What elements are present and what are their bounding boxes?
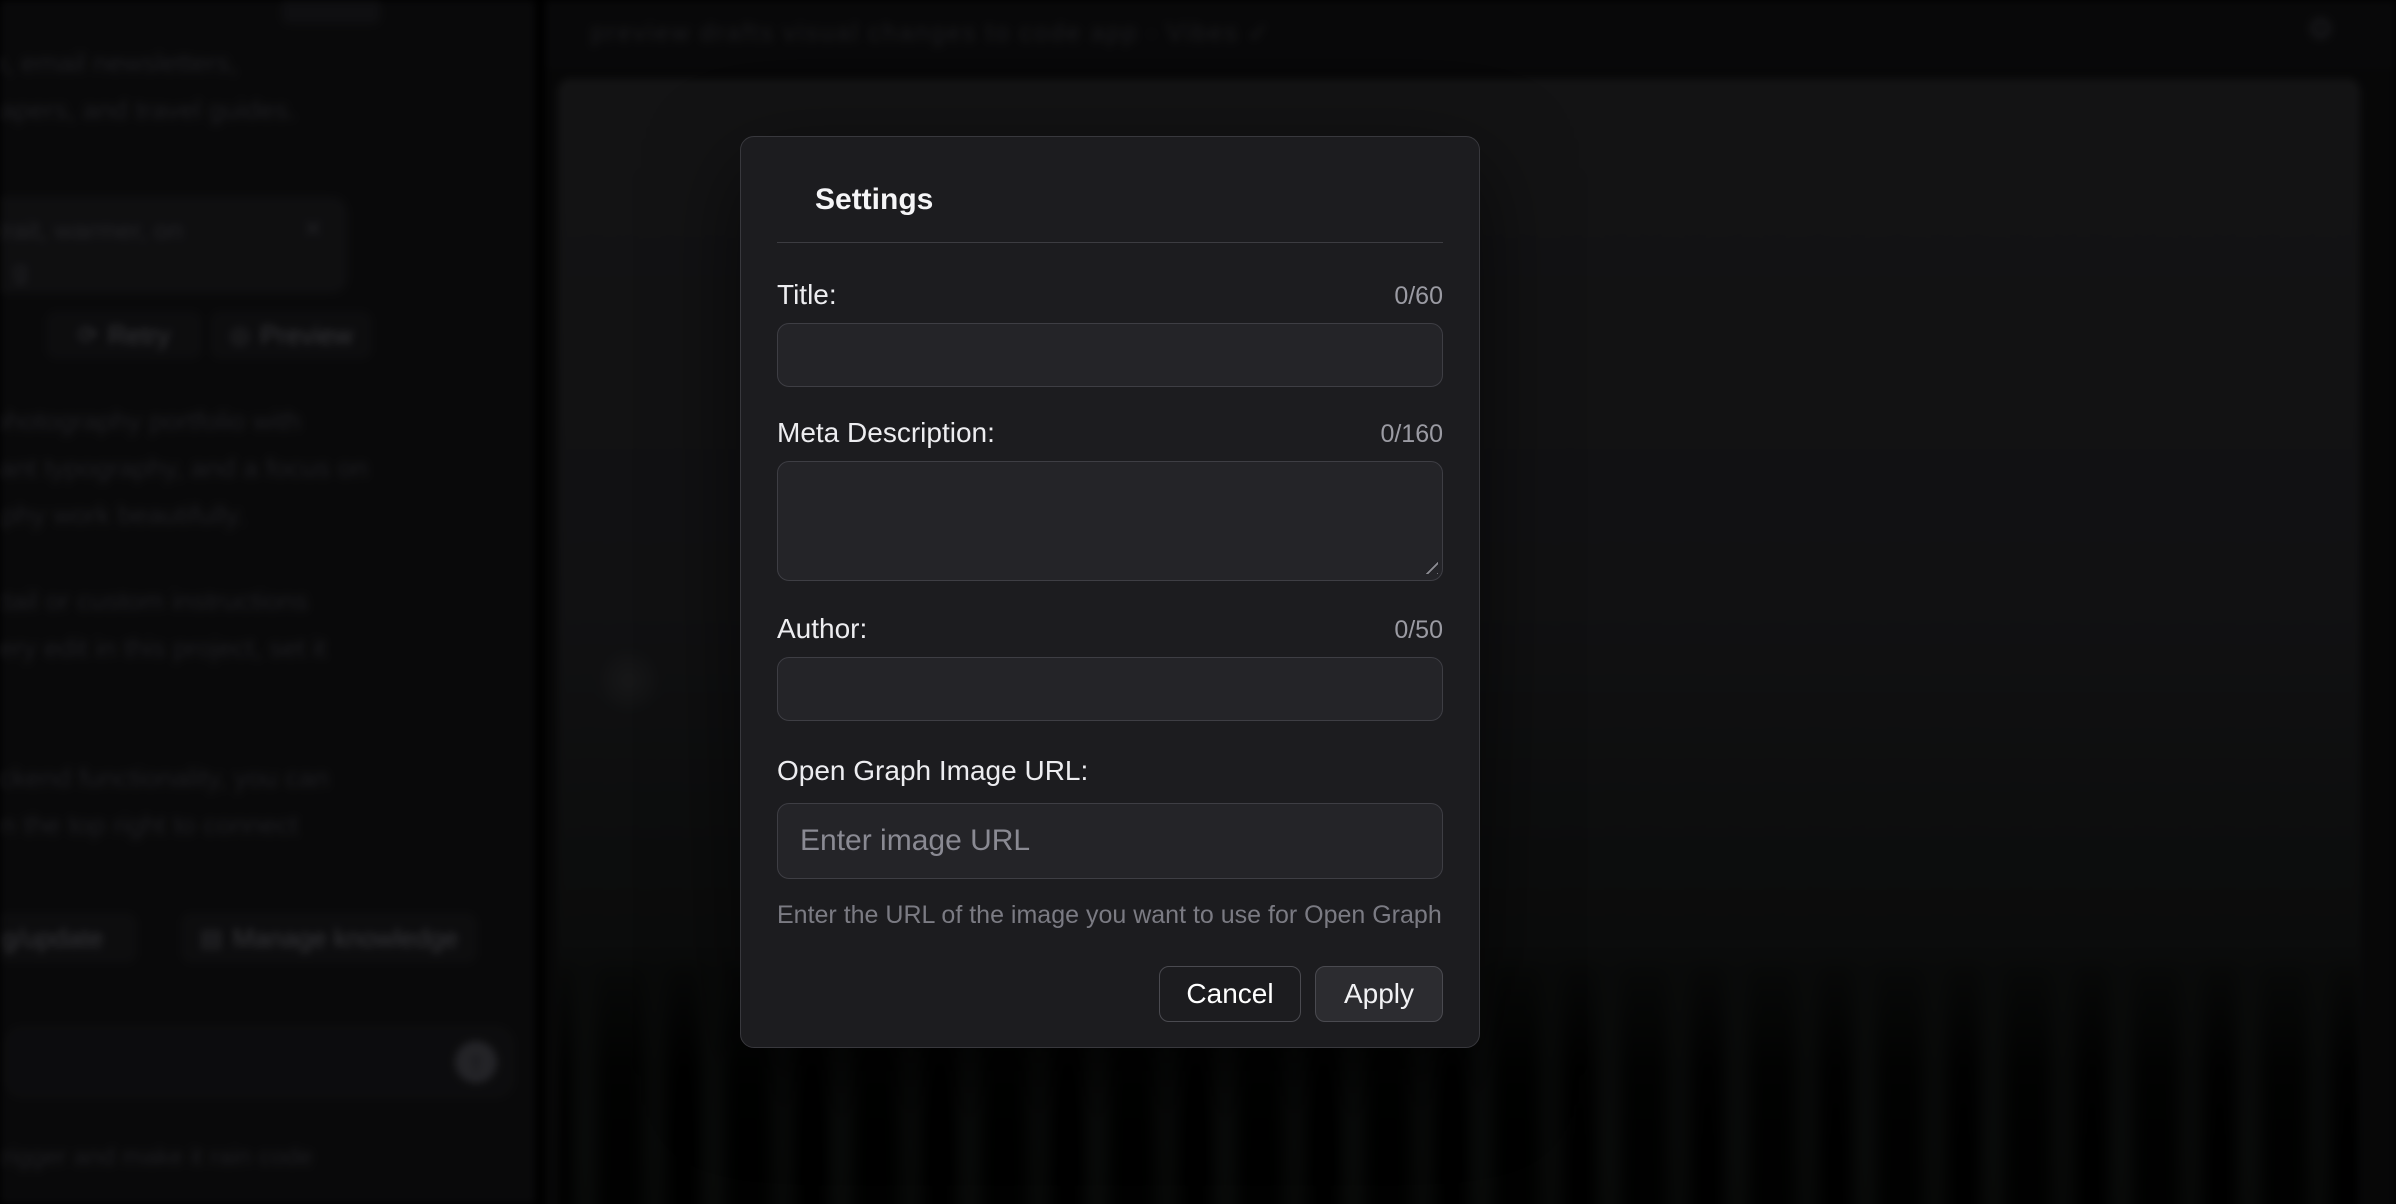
title-field-label: Title: [777, 279, 837, 311]
author-char-counter: 0/50 [1394, 616, 1443, 645]
og-helper-text: Enter the URL of the image you want to u… [777, 901, 1443, 930]
og-image-url-label: Open Graph Image URL: [777, 755, 1088, 787]
meta-description-label: Meta Description: [777, 417, 995, 449]
apply-button[interactable]: Apply [1315, 966, 1443, 1022]
author-field-label: Author: [777, 613, 867, 645]
cancel-button[interactable]: Cancel [1159, 966, 1301, 1022]
dialog-title: Settings [815, 181, 1443, 219]
settings-dialog: Settings Title: 0/60 Meta Description: 0… [740, 136, 1480, 1048]
meta-description-textarea[interactable] [777, 461, 1443, 581]
og-image-url-input[interactable] [777, 803, 1443, 879]
title-char-counter: 0/60 [1394, 282, 1443, 311]
title-input[interactable] [777, 323, 1443, 387]
meta-description-char-counter: 0/160 [1380, 420, 1443, 449]
divider [777, 242, 1443, 243]
author-input[interactable] [777, 657, 1443, 721]
